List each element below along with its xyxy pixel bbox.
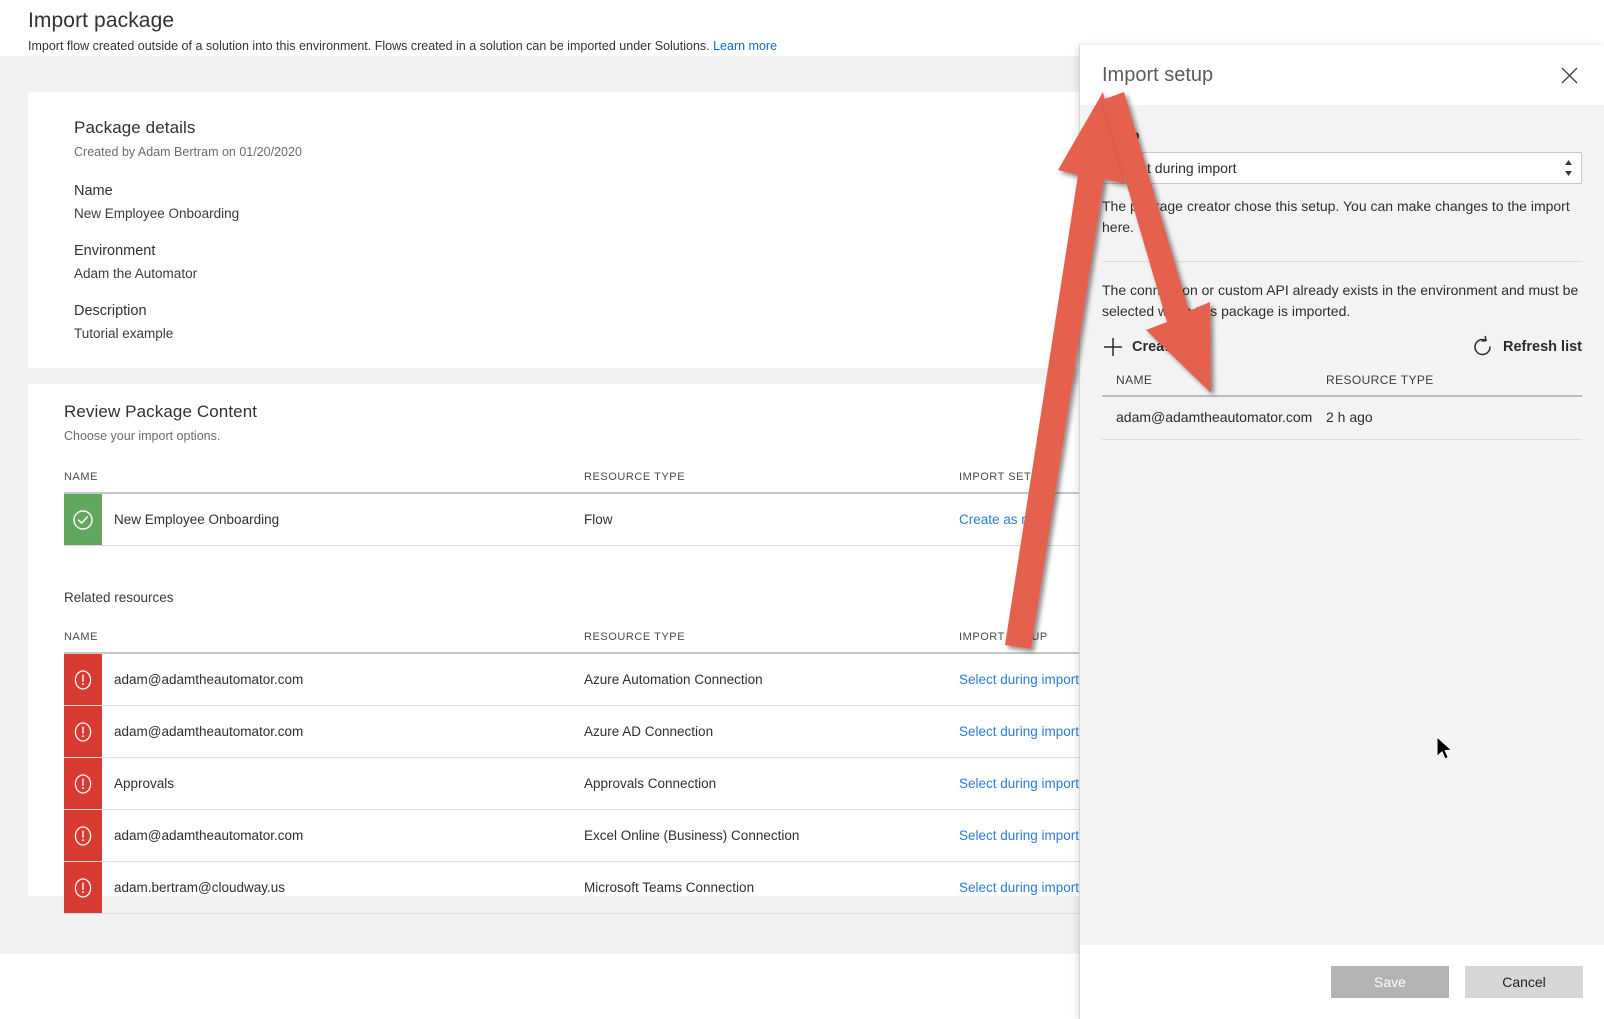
save-button[interactable]: Save bbox=[1331, 966, 1449, 998]
table-row: Approvals Approvals Connection Select duri… bbox=[64, 757, 1109, 810]
panel-footer: Save Cancel bbox=[1080, 945, 1604, 1019]
table-row: adam@adamtheautomator.com Azure AD Connec… bbox=[64, 705, 1109, 758]
table-row: adam@adamtheautomator.com Excel Online (B… bbox=[64, 809, 1109, 862]
cell-resource-type: Azure AD Connection bbox=[584, 705, 959, 758]
close-icon[interactable] bbox=[1556, 62, 1582, 88]
panel-header: Import setup bbox=[1080, 45, 1604, 105]
import-setup-link[interactable]: Select during import bbox=[959, 776, 1079, 791]
cell-resource-type: Microsoft Teams Connection bbox=[584, 861, 959, 914]
panel-table-header-row: NAME RESOURCE TYPE bbox=[1102, 373, 1582, 397]
panel-connections-table: NAME RESOURCE TYPE adam@adamtheautomator… bbox=[1102, 373, 1582, 440]
setup-select-wrap: Select during import bbox=[1102, 152, 1582, 184]
import-setup-link[interactable]: Select during import bbox=[959, 724, 1079, 739]
cell-name: adam@adamtheautomator.com bbox=[64, 809, 584, 862]
cell-name: New Employee Onboarding bbox=[64, 493, 584, 546]
cell-name: adam.bertram@cloudway.us bbox=[64, 861, 584, 914]
status-error-icon bbox=[64, 706, 102, 757]
related-column-header-name: NAME bbox=[64, 631, 584, 654]
status-error-icon bbox=[64, 758, 102, 809]
page-title: Import package bbox=[28, 9, 175, 32]
column-header-name: NAME bbox=[64, 471, 584, 494]
panel-column-header-resource-type: RESOURCE TYPE bbox=[1312, 373, 1582, 397]
panel-cell-resource-type: 2 h ago bbox=[1312, 396, 1582, 440]
mouse-cursor bbox=[1436, 736, 1453, 760]
create-new-label: Create new bbox=[1132, 339, 1210, 355]
column-header-resource-type: RESOURCE TYPE bbox=[584, 471, 959, 494]
import-setup-link[interactable]: Create as new bbox=[959, 512, 1046, 527]
cell-name: Approvals bbox=[64, 757, 584, 810]
panel-title: Import setup bbox=[1102, 63, 1214, 86]
refresh-icon bbox=[1474, 335, 1491, 356]
panel-column-header-name: NAME bbox=[1102, 373, 1312, 397]
cell-name: adam@adamtheautomator.com bbox=[64, 653, 584, 706]
cell-resource-type: Excel Online (Business) Connection bbox=[584, 809, 959, 862]
panel-body: Setup Select during import The package c… bbox=[1080, 105, 1604, 440]
plus-icon bbox=[1104, 338, 1122, 356]
related-column-header-resource-type: RESOURCE TYPE bbox=[584, 631, 959, 654]
row-name-text: New Employee Onboarding bbox=[114, 512, 280, 527]
cancel-button[interactable]: Cancel bbox=[1465, 966, 1583, 998]
panel-actions: Create new Refresh list bbox=[1102, 335, 1582, 359]
row-name-text: adam@adamtheautomator.com bbox=[114, 672, 304, 687]
row-name-text: Approvals bbox=[114, 776, 175, 791]
cell-resource-type: Azure Automation Connection bbox=[584, 653, 959, 706]
status-error-icon bbox=[64, 810, 102, 861]
import-setup-link[interactable]: Select during import bbox=[959, 880, 1079, 895]
table-header-row: NAME RESOURCE TYPE IMPORT SETUP bbox=[64, 471, 1109, 494]
panel-divider bbox=[1102, 261, 1582, 262]
create-new-button[interactable]: Create new bbox=[1102, 336, 1209, 358]
package-content-table: NAME RESOURCE TYPE IMPORT SETUP New Empl… bbox=[64, 471, 1109, 546]
refresh-list-label: Refresh list bbox=[1503, 339, 1582, 355]
cell-name: adam@adamtheautomator.com bbox=[64, 705, 584, 758]
row-name-text: adam.bertram@cloudway.us bbox=[114, 880, 286, 895]
app-root: Import package Import flow created outsi… bbox=[0, 0, 1604, 1019]
related-table-header-row: NAME RESOURCE TYPE IMPORT SETUP bbox=[64, 631, 1109, 654]
learn-more-link[interactable]: Learn more bbox=[713, 39, 777, 53]
panel-cell-name: adam@adamtheautomator.com bbox=[1102, 396, 1312, 440]
table-row: adam@adamtheautomator.com Azure Automatio… bbox=[64, 653, 1109, 706]
import-setup-link[interactable]: Select during import bbox=[959, 828, 1079, 843]
status-ok-icon bbox=[64, 494, 102, 545]
setup-help-text: The package creator chose this setup. Yo… bbox=[1102, 198, 1570, 235]
refresh-list-button[interactable]: Refresh list bbox=[1471, 335, 1582, 359]
table-row: New Employee Onboarding Flow Create as n… bbox=[64, 493, 1109, 546]
status-error-icon bbox=[64, 654, 102, 705]
panel-table-row[interactable]: adam@adamtheautomator.com 2 h ago bbox=[1102, 396, 1582, 440]
related-rows-body: adam@adamtheautomator.com Azure Automatio… bbox=[64, 653, 1109, 914]
cell-resource-type: Approvals Connection bbox=[584, 757, 959, 810]
row-name-text: adam@adamtheautomator.com bbox=[114, 828, 304, 843]
import-setup-panel: Import setup Setup Select during import … bbox=[1079, 45, 1604, 1019]
connection-help-text: The connection or custom API already exi… bbox=[1102, 282, 1579, 319]
status-error-icon bbox=[64, 862, 102, 913]
import-setup-link[interactable]: Select during import bbox=[959, 672, 1079, 687]
cell-resource-type: Flow bbox=[584, 493, 959, 546]
row-name-text: adam@adamtheautomator.com bbox=[114, 724, 304, 739]
table-row: adam.bertram@cloudway.us Microsoft Teams … bbox=[64, 861, 1109, 914]
setup-select[interactable]: Select during import bbox=[1102, 152, 1582, 184]
related-resources-table: NAME RESOURCE TYPE IMPORT SETUP adam@ada… bbox=[64, 631, 1109, 914]
setup-label: Setup bbox=[1102, 128, 1140, 143]
page-subtitle-text: Import flow created outside of a solutio… bbox=[28, 39, 710, 53]
